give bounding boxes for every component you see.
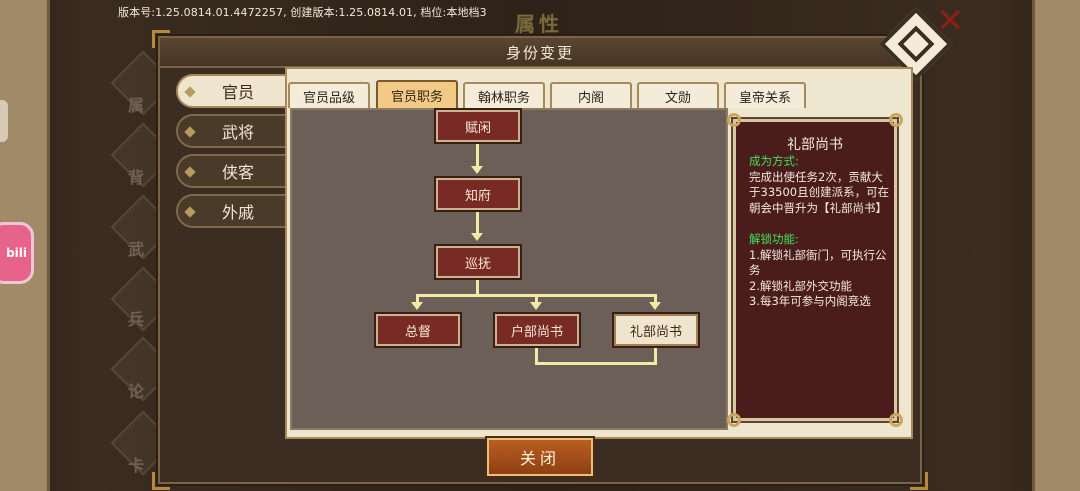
right-border (1032, 0, 1080, 491)
arrow-down-icon (649, 302, 661, 310)
arrow-down-icon (530, 302, 542, 310)
tree-connector (476, 211, 479, 235)
tree-node-prefect[interactable]: 知府 (436, 178, 520, 210)
category-tab-label: 武将 (222, 123, 255, 142)
category-tab-knight[interactable]: 侠客 (176, 154, 288, 188)
tab-pip-icon (184, 206, 196, 218)
panel-corner-ornament (889, 413, 903, 427)
category-tab-label: 官员 (222, 83, 255, 102)
category-tab-label: 外戚 (222, 203, 255, 222)
close-emblem-inner (897, 25, 935, 63)
arrow-down-icon (411, 302, 423, 310)
tab-pip-icon (184, 126, 196, 138)
sub-tab-cabinet[interactable]: 内阁 (550, 82, 632, 108)
tree-node-rites-minister[interactable]: 礼部尚书 (614, 314, 698, 346)
panel-corner-ornament (889, 113, 903, 127)
arrow-down-icon (471, 233, 483, 241)
unlock-item: 2.解锁礼部外交功能 (749, 278, 852, 293)
tree-node-viceroy[interactable]: 总督 (376, 314, 460, 346)
category-tab-label: 侠客 (222, 163, 255, 182)
sub-tab-rank[interactable]: 官员品级 (288, 82, 370, 108)
method-text: 完成出使任务2次，贡献大于33500且创建派系，可在朝会中晋升为【礼部尚书】 (749, 169, 890, 215)
tree-connector (476, 142, 479, 168)
category-tab-official[interactable]: 官员 (176, 74, 288, 108)
bg-menu-label: 论 (128, 382, 145, 401)
background-title: 属性 (515, 12, 563, 36)
panel-corner-ornament (727, 113, 741, 127)
category-tab-relative[interactable]: 外戚 (176, 194, 288, 228)
bili-badge[interactable]: bili (0, 222, 34, 284)
bg-menu-label: 武 (128, 240, 145, 259)
version-info: 版本号:1.25.0814.01.4472257, 创建版本:1.25.0814… (118, 6, 487, 19)
corner-ornament (152, 30, 170, 48)
bili-badge-label: bili (6, 246, 27, 260)
dialog-title: 身份变更 (505, 43, 574, 62)
sub-tab-office[interactable]: 官员职务 (376, 80, 458, 108)
info-panel: 礼部尚书 成为方式: 完成出使任务2次，贡献大于33500且创建派系，可在朝会中… (727, 113, 903, 427)
tree-node-idle[interactable]: 赋闲 (436, 110, 520, 142)
category-tab-general[interactable]: 武将 (176, 114, 288, 148)
unlock-header: 解锁功能: (749, 232, 799, 246)
tab-pip-icon (184, 86, 196, 98)
bg-menu-label: 兵 (128, 310, 145, 329)
corner-ornament (910, 472, 928, 490)
unlock-item: 3.每3年可参与内阁竞选 (749, 294, 871, 308)
panel-corner-ornament (727, 413, 741, 427)
info-body: 成为方式: 完成出使任务2次，贡献大于33500且创建派系，可在朝会中晋升为【礼… (749, 154, 891, 310)
info-title: 礼部尚书 (787, 137, 843, 153)
side-tab-handle[interactable] (0, 100, 8, 142)
sub-tab-emperor[interactable]: 皇帝关系 (724, 82, 806, 108)
tree-node-revenue-minister[interactable]: 户部尚书 (495, 314, 579, 346)
bg-menu-label: 背 (128, 168, 145, 187)
sub-tab-hanlin[interactable]: 翰林职务 (463, 82, 545, 108)
dialog-header: 身份变更 (160, 38, 920, 68)
tree-connector (535, 362, 657, 365)
bg-menu-label: 属 (128, 96, 145, 115)
tree-node-governor[interactable]: 巡抚 (436, 246, 520, 278)
unlock-item: 1.解锁礼部衙门，可执行公务 (749, 247, 887, 278)
method-header: 成为方式: (749, 154, 799, 168)
corner-ornament (152, 472, 170, 490)
tab-pip-icon (184, 166, 196, 178)
close-button[interactable]: 关闭 (487, 438, 593, 476)
bg-menu-label: 卡 (128, 456, 145, 475)
arrow-down-icon (471, 166, 483, 174)
sub-tab-merit[interactable]: 文勋 (637, 82, 719, 108)
